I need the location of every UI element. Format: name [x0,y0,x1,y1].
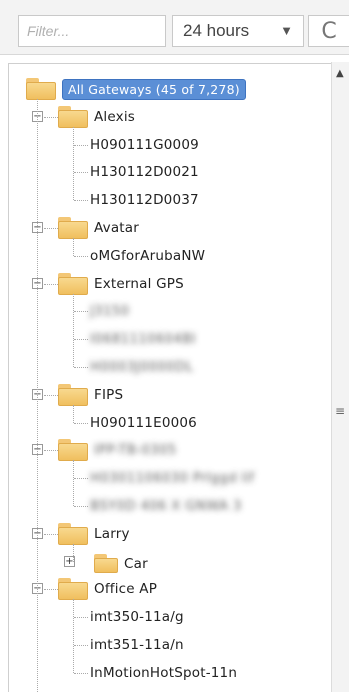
tree-connector-horizontal [74,200,88,202]
tree-gateway-item[interactable]: H0301106030 Prlggd lif [90,465,254,491]
tree-connector-horizontal [74,367,88,368]
tree-group-label: External GPS [94,275,184,292]
folder-icon [58,578,88,601]
gateway-id-label: H130112D0037 [90,192,199,209]
folder-icon [94,554,118,574]
filter-input[interactable] [18,15,166,47]
tree-gateway-item[interactable]: H130112D0021 [90,159,199,185]
tree-gateway-item[interactable]: H0003J0000DL [90,354,193,380]
gateway-id-label: H0003J0000DL [90,359,194,375]
tree-group-label: Avatar [94,220,140,236]
tree-subgroup-label: Car [124,555,148,572]
tree-connector-horizontal [74,645,88,646]
folder-icon [58,105,88,128]
gateway-id-label: BSY0D 406 X GNWA 3 [90,498,242,514]
tree-connector-horizontal [44,394,58,396]
tree-gateway-item[interactable]: InMotionHotSpot-11n [90,660,237,686]
tree-connector-vertical [37,99,38,692]
tree-connector-horizontal [74,311,88,313]
tree-connector-horizontal [74,144,88,146]
time-range-select[interactable]: 24 hours ▼ [172,15,304,47]
tree-group[interactable]: IPP-TB-0305 [58,437,177,463]
tree-connector-horizontal [74,478,88,480]
tree-connector-horizontal [74,617,88,619]
chevron-down-icon: ▼ [280,23,293,38]
tree-connector-vertical [73,460,74,506]
folder-icon [58,383,88,406]
gateway-id-label: I0681110604BI [90,331,196,348]
tree-gateway-item[interactable]: H130112D0037 [90,187,199,213]
folder-icon [58,217,88,239]
gateway-id-label: imt350-11a/g [90,609,184,626]
gateway-id-label: H130112D0021 [90,164,199,181]
tree-group[interactable]: Larry [58,521,130,547]
tree-connector-horizontal [44,228,58,229]
tree-subgroup[interactable]: Car [94,551,148,577]
tree-gateway-item[interactable]: H090111G0009 [90,132,199,158]
tree-connector-horizontal [74,672,88,674]
tree-gateway-item[interactable]: J3150 [90,298,129,324]
folder-icon [26,78,56,100]
time-range-value: 24 hours [183,21,250,40]
folder-icon [58,439,88,462]
tree-connector-vertical [73,599,74,673]
tree-gateway-item[interactable]: I0681110604BI [90,326,196,352]
gateway-id-label: H0301106030 Prlggd lif [90,470,255,487]
tree-connector-horizontal [74,506,88,507]
gateway-id-label: imt351-11a/n [90,637,184,653]
tree-group[interactable]: Avatar [58,215,139,241]
tree-connector-horizontal [44,283,58,285]
gateway-id-label: H090111E0006 [90,414,197,431]
tree-connector-horizontal [44,589,58,591]
tree-connector-horizontal [44,533,58,535]
tree-group-label: Larry [94,525,130,542]
tree-group[interactable]: External GPS [58,271,184,297]
tree-connector-vertical [73,126,74,201]
tree-connector-vertical [73,293,74,367]
tree-group-label: Alexis [94,108,136,125]
tree-connector-horizontal [74,255,88,257]
scroll-grip-icon[interactable]: ≡ [334,402,346,420]
tree-connector-vertical [73,404,74,423]
folder-icon [58,272,88,295]
gateway-id-label: oMGforArubaNW [90,247,206,264]
tree-group-label: IPP-TB-0305 [94,442,177,459]
vertical-scrollbar[interactable]: ▲ ≡ [331,62,349,692]
scroll-up-icon[interactable]: ▲ [336,68,344,79]
tree-connector-horizontal [74,172,88,174]
tree-connector-horizontal [44,450,58,452]
refresh-button[interactable]: C [308,15,349,47]
tree-connector-horizontal [74,422,88,424]
tree-gateway-item[interactable]: H090111E0006 [90,410,197,436]
tree-gateway-item[interactable]: imt350-11a/g [90,604,184,630]
tree-group[interactable]: Alexis [58,104,135,130]
refresh-icon: C [321,18,337,44]
tree-connector-vertical [73,238,74,256]
folder-icon [58,522,88,545]
tree-group-label: FIPS [94,386,124,403]
tree-group[interactable]: FIPS [58,382,123,408]
tree-connector-vertical [73,543,74,562]
tree-gateway-item[interactable]: imt351-11a/n [90,632,184,658]
tree-connector-horizontal [44,116,58,118]
gateway-id-label: InMotionHotSpot-11n [90,664,238,681]
tree-root[interactable]: All Gateways (45 of 7,278) [26,76,246,102]
tree-group-label: Office AP [94,581,158,598]
gateway-id-label: J3150 [90,303,130,320]
tree-connector-horizontal [74,339,88,341]
tree-root-label: All Gateways (45 of 7,278) [62,78,246,100]
toolbar: 24 hours ▼ C [0,0,349,55]
tree-gateway-item[interactable]: oMGforArubaNW [90,243,205,269]
gateway-id-label: H090111G0009 [90,136,199,153]
tree-gateway-item[interactable]: BSY0D 406 X GNWA 3 [90,493,242,519]
